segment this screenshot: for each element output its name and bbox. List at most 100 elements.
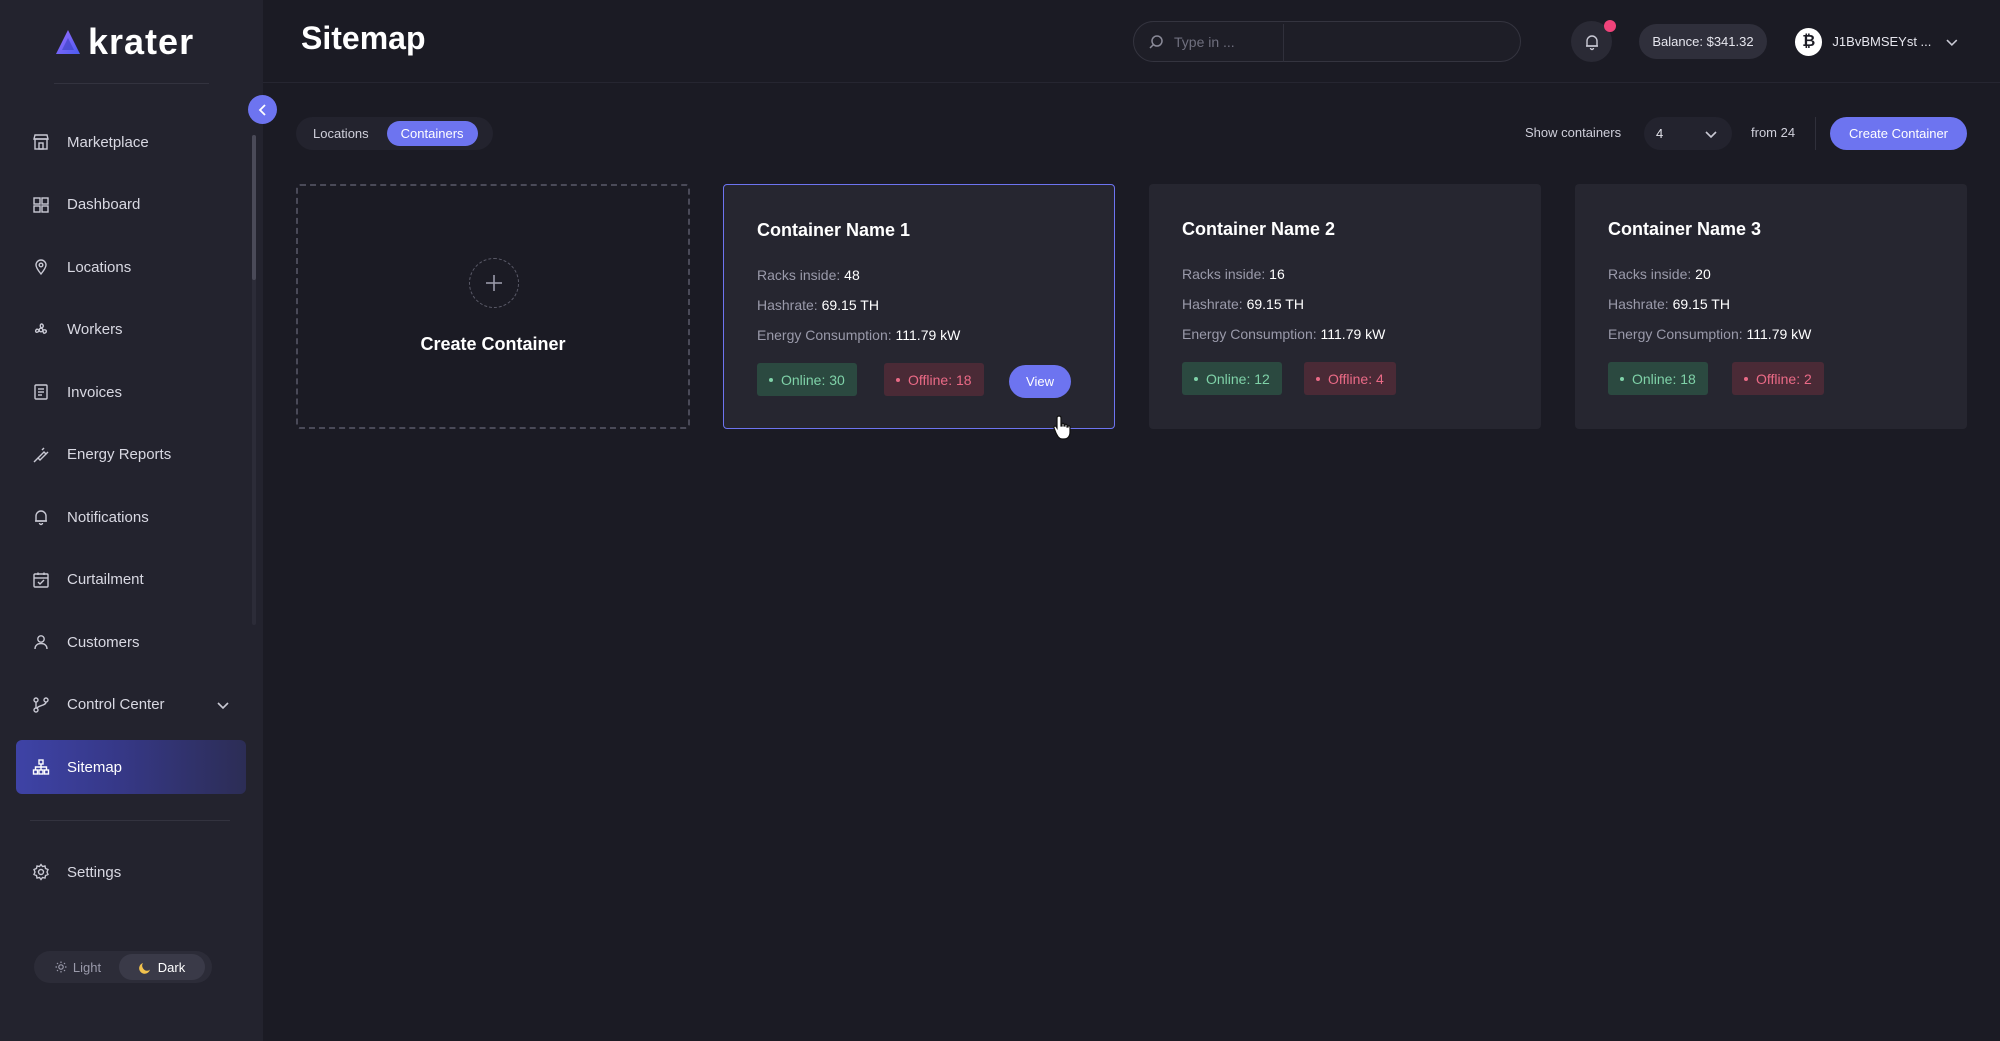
sun-icon <box>55 961 67 973</box>
tab-locations[interactable]: Locations <box>299 121 383 146</box>
sidebar: krater Marketplace Dashboard Locations W… <box>0 0 263 1041</box>
sidebar-item-invoices[interactable]: Invoices <box>16 365 246 419</box>
sidebar-item-label: Invoices <box>67 383 123 401</box>
create-container-card[interactable]: Create Container <box>296 184 690 429</box>
status-dot <box>1620 376 1624 381</box>
sidebar-item-locations[interactable]: Locations <box>16 240 246 294</box>
energy-value: 111.79 kW <box>1746 326 1812 342</box>
sidebar-item-label: Energy Reports <box>67 446 172 463</box>
energy-info: Energy Consumption: 111.79 kW <box>1182 326 1385 342</box>
container-card[interactable]: Container Name 1 Racks inside: 48 Hashra… <box>723 184 1115 429</box>
bell-icon <box>32 508 50 526</box>
logo-divider <box>54 83 209 84</box>
theme-dark-option[interactable]: Dark <box>119 954 205 980</box>
online-badge: Online: 30 <box>757 363 857 396</box>
container-name: Container Name 3 <box>1608 219 1762 239</box>
racks-label: Racks inside: <box>1182 266 1266 282</box>
bell-icon <box>1585 34 1598 50</box>
view-tabs: Locations Containers <box>296 117 493 150</box>
account-dropdown[interactable]: ₿ J1BvBMSEYst ... <box>1779 21 1959 62</box>
hashrate-info: Hashrate: 69.15 TH <box>1608 296 1730 312</box>
tab-containers[interactable]: Containers <box>386 121 478 146</box>
online-badge: Online: 18 <box>1608 362 1708 395</box>
create-container-button[interactable]: Create Container <box>1830 117 1967 150</box>
theme-toggle: Light Dark <box>34 951 212 983</box>
container-card[interactable]: Container Name 2 Racks inside: 16 Hashra… <box>1149 184 1541 429</box>
hashrate-info: Hashrate: 69.15 TH <box>757 297 879 313</box>
search-input[interactable] <box>1174 33 1494 50</box>
hashrate-label: Hashrate: <box>1182 296 1243 312</box>
offline-count: Offline: 18 <box>908 371 972 388</box>
sidebar-item-label: Workers <box>67 321 123 338</box>
toolbar-divider <box>1815 117 1816 150</box>
energy-value: 111.79 kW <box>1320 326 1386 342</box>
sidebar-item-dashboard[interactable]: Dashboard <box>16 178 246 232</box>
hashrate-value: 69.15 TH <box>1246 296 1304 312</box>
sidebar-item-sitemap[interactable]: Sitemap <box>16 740 246 794</box>
racks-info: Racks inside: 48 <box>757 267 860 283</box>
sidebar-item-label: Settings <box>67 863 122 881</box>
container-name: Container Name 2 <box>1182 219 1336 239</box>
chevron-down-icon <box>1705 130 1717 138</box>
calendar-icon <box>32 571 50 589</box>
chevron-down-icon[interactable] <box>216 698 230 712</box>
hashrate-value: 69.15 TH <box>821 297 879 313</box>
online-badge: Online: 12 <box>1182 362 1282 395</box>
user-icon <box>32 633 50 651</box>
sidebar-item-label: Customers <box>67 633 140 651</box>
show-containers-select[interactable]: 4 <box>1644 117 1732 150</box>
sidebar-item-label: Sitemap <box>67 758 123 776</box>
branch-icon <box>32 696 50 714</box>
status-dot <box>1316 376 1320 381</box>
offline-badge: Offline: 2 <box>1732 362 1824 395</box>
offline-badge: Offline: 18 <box>884 363 984 396</box>
racks-value: 48 <box>844 267 860 283</box>
theme-light-option[interactable]: Light <box>37 954 119 980</box>
sidebar-item-marketplace[interactable]: Marketplace <box>16 115 246 169</box>
sidebar-divider <box>30 820 230 821</box>
racks-label: Racks inside: <box>1608 266 1692 282</box>
sidebar-item-label: Marketplace <box>67 133 149 151</box>
chevron-down-icon <box>1946 38 1958 46</box>
invoice-icon <box>32 383 50 401</box>
energy-label: Energy Consumption: <box>1608 326 1743 342</box>
sidebar-item-customers[interactable]: Customers <box>16 615 246 669</box>
sidebar-item-label: Locations <box>67 258 132 276</box>
pointer-cursor-icon <box>1053 415 1071 440</box>
page-title: Sitemap <box>301 20 426 56</box>
sidebar-item-label: Notifications <box>67 508 149 526</box>
dashboard-grid-icon <box>32 196 50 214</box>
online-count: Online: 12 <box>1206 370 1270 387</box>
sidebar-collapse-button[interactable] <box>248 95 277 124</box>
plug-icon <box>32 446 50 464</box>
gear-icon <box>32 863 50 881</box>
store-icon <box>32 133 50 151</box>
show-containers-value: 4 <box>1656 126 1664 141</box>
status-dot <box>896 377 900 382</box>
sidebar-item-curtailment[interactable]: Curtailment <box>16 553 246 607</box>
container-card[interactable]: Container Name 3 Racks inside: 20 Hashra… <box>1575 184 1967 429</box>
sidebar-item-notifications[interactable]: Notifications <box>16 490 246 544</box>
sidebar-item-label: Dashboard <box>67 196 141 213</box>
notification-indicator <box>1604 20 1616 32</box>
sidebar-item-workers[interactable]: Workers <box>16 303 246 357</box>
status-dot <box>1194 376 1198 381</box>
logo[interactable]: krater <box>54 21 194 62</box>
moon-icon <box>138 962 150 974</box>
status-dot <box>1744 376 1748 381</box>
create-container-label: Create Container <box>420 334 566 354</box>
balance-badge[interactable]: Balance: $341.32 <box>1639 24 1767 59</box>
plus-icon <box>469 258 519 308</box>
hashrate-label: Hashrate: <box>757 297 818 313</box>
sidebar-item-control-center[interactable]: Control Center <box>16 678 246 732</box>
sidebar-item-settings[interactable]: Settings <box>16 845 246 899</box>
view-button[interactable]: View <box>1009 365 1071 398</box>
sidebar-scrollbar-thumb[interactable] <box>252 135 256 280</box>
energy-label: Energy Consumption: <box>1182 326 1317 342</box>
theme-light-label: Light <box>72 959 102 975</box>
energy-info: Energy Consumption: 111.79 kW <box>1608 326 1811 342</box>
energy-info: Energy Consumption: 111.79 kW <box>757 327 960 343</box>
search-box[interactable] <box>1133 21 1521 62</box>
sidebar-item-energy-reports[interactable]: Energy Reports <box>16 428 246 482</box>
energy-label: Energy Consumption: <box>757 327 892 343</box>
